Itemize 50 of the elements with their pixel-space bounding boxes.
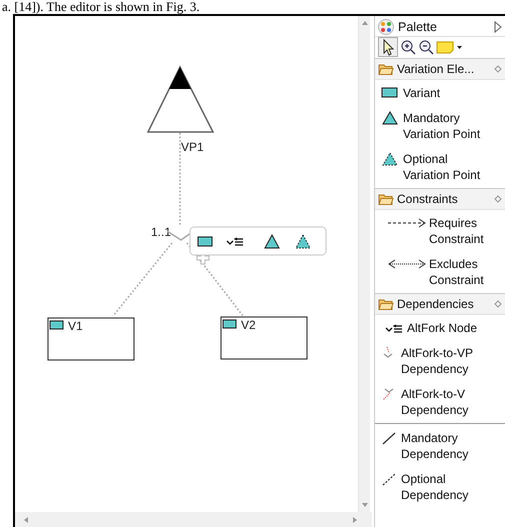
palette-entry[interactable]: AltFork-to-VP Dependency	[401, 345, 493, 377]
palette-icon	[378, 19, 394, 35]
rectangle-icon	[381, 86, 399, 100]
folder-icon	[378, 62, 394, 76]
line-icon	[381, 431, 397, 445]
rectangle-icon[interactable]	[198, 236, 212, 246]
variation-point-triangle[interactable]	[146, 65, 214, 133]
collapse-arrow-icon[interactable]	[494, 21, 502, 33]
palette-entry[interactable]: Optional Dependency	[401, 471, 493, 503]
caption-text: a. [14]). The editor is shown in Fig. 3.	[1, 0, 201, 14]
zoom-in-icon[interactable]	[400, 39, 416, 55]
zoom-out-icon[interactable]	[418, 39, 434, 55]
variant-node[interactable]	[48, 318, 134, 360]
drawer-header[interactable]: Constraints	[375, 188, 505, 210]
note-icon[interactable]	[436, 40, 462, 54]
dashed-arrow-icon	[387, 216, 427, 230]
palette-entry[interactable]: Requires Constraint	[429, 215, 505, 247]
palette-entry[interactable]: Variant	[403, 85, 440, 101]
variation-point-label: VP1	[181, 140, 204, 154]
variant-node[interactable]	[220, 316, 308, 360]
drawer-title: Variation Ele...	[397, 62, 476, 76]
diamond-icon[interactable]	[494, 65, 502, 73]
variant-label: V1	[68, 319, 83, 333]
fork-node-icon[interactable]	[226, 237, 244, 246]
drawer-title: Dependencies	[397, 297, 475, 311]
rectangle-icon	[222, 320, 236, 328]
variant-label: V2	[241, 318, 256, 332]
triangle-icon[interactable]	[264, 234, 280, 248]
folder-icon	[378, 192, 394, 206]
palette-entry[interactable]: AltFork Node	[407, 320, 478, 336]
diamond-icon[interactable]	[494, 300, 502, 308]
palette-entry[interactable]: Mandatory Variation Point	[403, 110, 495, 142]
drawer-header[interactable]: Variation Ele...	[375, 58, 505, 80]
cardinality-label: 1..1	[151, 225, 172, 239]
dashed-line-icon	[381, 472, 397, 486]
palette-title: Palette	[398, 20, 438, 34]
palette-entry[interactable]: Mandatory Dependency	[401, 430, 493, 462]
pointer-tool[interactable]	[378, 37, 398, 57]
rectangle-icon	[50, 320, 64, 330]
drawer-title: Constraints	[397, 192, 459, 206]
triangle-icon	[381, 111, 399, 125]
diamond-icon[interactable]	[494, 195, 502, 203]
palette-entry[interactable]: AltFork-to-V Dependency	[401, 386, 493, 418]
palette-entry[interactable]: Excludes Constraint	[429, 256, 505, 288]
drawer-header[interactable]: Dependencies	[375, 293, 505, 315]
dotted-triangle-icon[interactable]	[295, 234, 311, 248]
double-arrow-icon	[387, 257, 427, 271]
folder-icon	[378, 298, 394, 310]
palette-entry[interactable]: Optional Variation Point	[403, 151, 495, 183]
dotted-triangle-icon	[381, 152, 399, 166]
